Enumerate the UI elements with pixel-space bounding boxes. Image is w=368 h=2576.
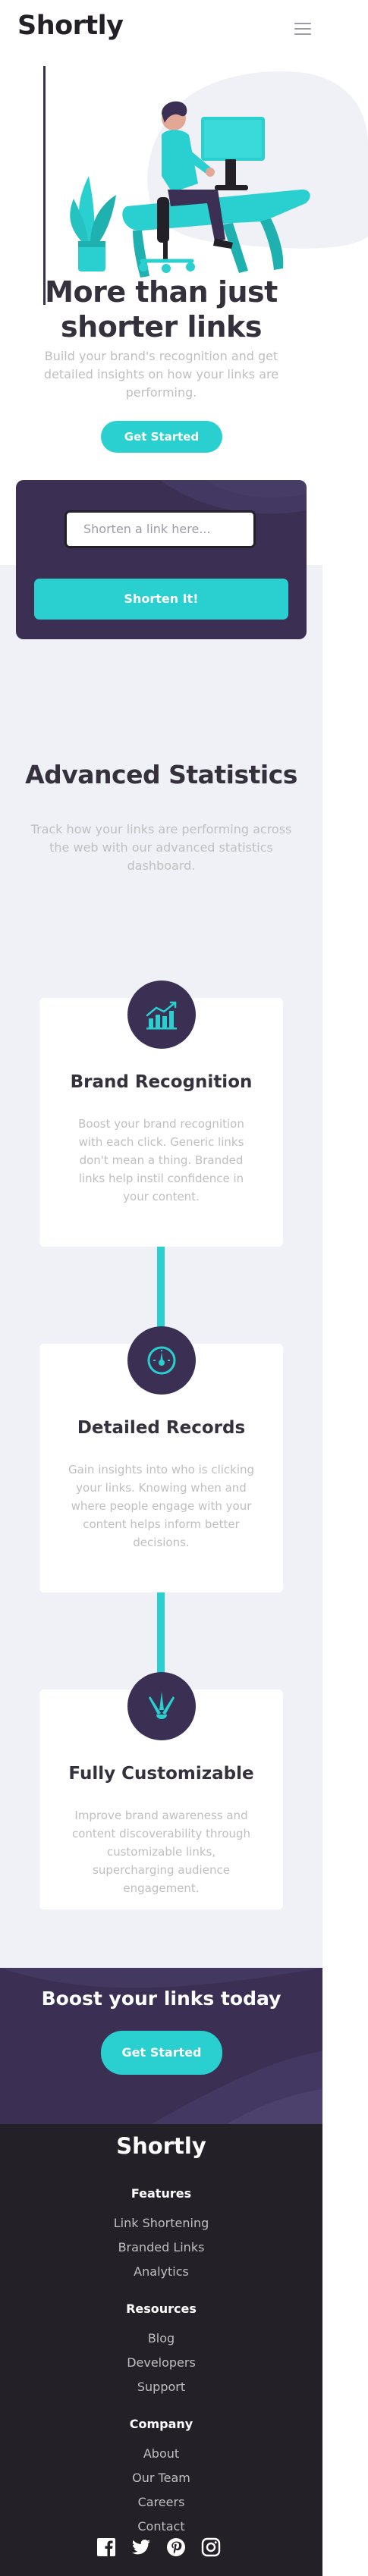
site-logo[interactable]: Shortly [17,11,124,41]
footer-link[interactable]: Link Shortening [0,2216,322,2230]
feature-card-fully-customizable: Fully Customizable Improve brand awarene… [39,1672,283,1909]
card-title: Detailed Records [77,1418,246,1438]
footer-link[interactable]: Branded Links [0,2240,322,2254]
footer-link[interactable]: Contact [0,2519,322,2534]
brushes-icon [127,1672,196,1740]
footer-link[interactable]: Support [0,2380,322,2394]
card-title: Brand Recognition [70,1072,253,1092]
site-footer: Shortly Features Link Shortening Branded… [0,2124,322,2576]
card-description: Gain insights into who is clicking your … [68,1463,255,1549]
boost-section: Boost your links today Get Started [0,1968,322,2124]
boost-get-started-button[interactable]: Get Started [101,2031,222,2075]
feature-card-brand-recognition: Brand Recognition Boost your brand recog… [39,981,283,1247]
footer-heading-company: Company [129,2417,193,2431]
pinterest-icon[interactable] [166,2537,186,2557]
link-input[interactable]: Shorten a link here... [64,510,256,548]
shorten-form: Shorten a link here... Shorten It! [16,480,307,639]
facebook-icon[interactable] [96,2537,116,2557]
footer-link[interactable]: Blog [0,2331,322,2345]
hero-title: More than just shorter links [45,275,278,344]
hamburger-menu-icon[interactable] [294,23,311,35]
footer-logo[interactable]: Shortly [0,2133,322,2159]
footer-link[interactable]: Developers [0,2355,322,2370]
shorten-button[interactable]: Shorten It! [34,579,288,620]
footer-link[interactable]: About [0,2446,322,2461]
card-title: Fully Customizable [68,1764,254,1784]
instagram-icon[interactable] [201,2537,221,2557]
card-description: Improve brand awareness and content disc… [71,1809,251,1895]
footer-link[interactable]: Our Team [0,2471,322,2485]
get-started-button[interactable]: Get Started [101,421,222,453]
twitter-icon[interactable] [131,2537,151,2557]
social-links [96,2537,227,2559]
feature-card-detailed-records: Detailed Records Gain insights into who … [39,1326,283,1592]
bar-chart-icon [127,981,196,1049]
gauge-icon [127,1326,196,1395]
footer-link[interactable]: Careers [0,2495,322,2509]
card-description: Boost your brand recognition with each c… [78,1117,244,1203]
footer-link[interactable]: Analytics [0,2264,322,2279]
site-header: Shortly [0,0,368,58]
footer-heading-resources: Resources [126,2301,197,2316]
statistics-title: Advanced Statistics [25,760,297,789]
hero-description: Build your brand's recognition and get d… [43,349,279,400]
boost-title: Boost your links today [41,1988,282,2010]
statistics-description: Track how your links are performing acro… [30,822,292,873]
footer-heading-features: Features [131,2186,192,2201]
